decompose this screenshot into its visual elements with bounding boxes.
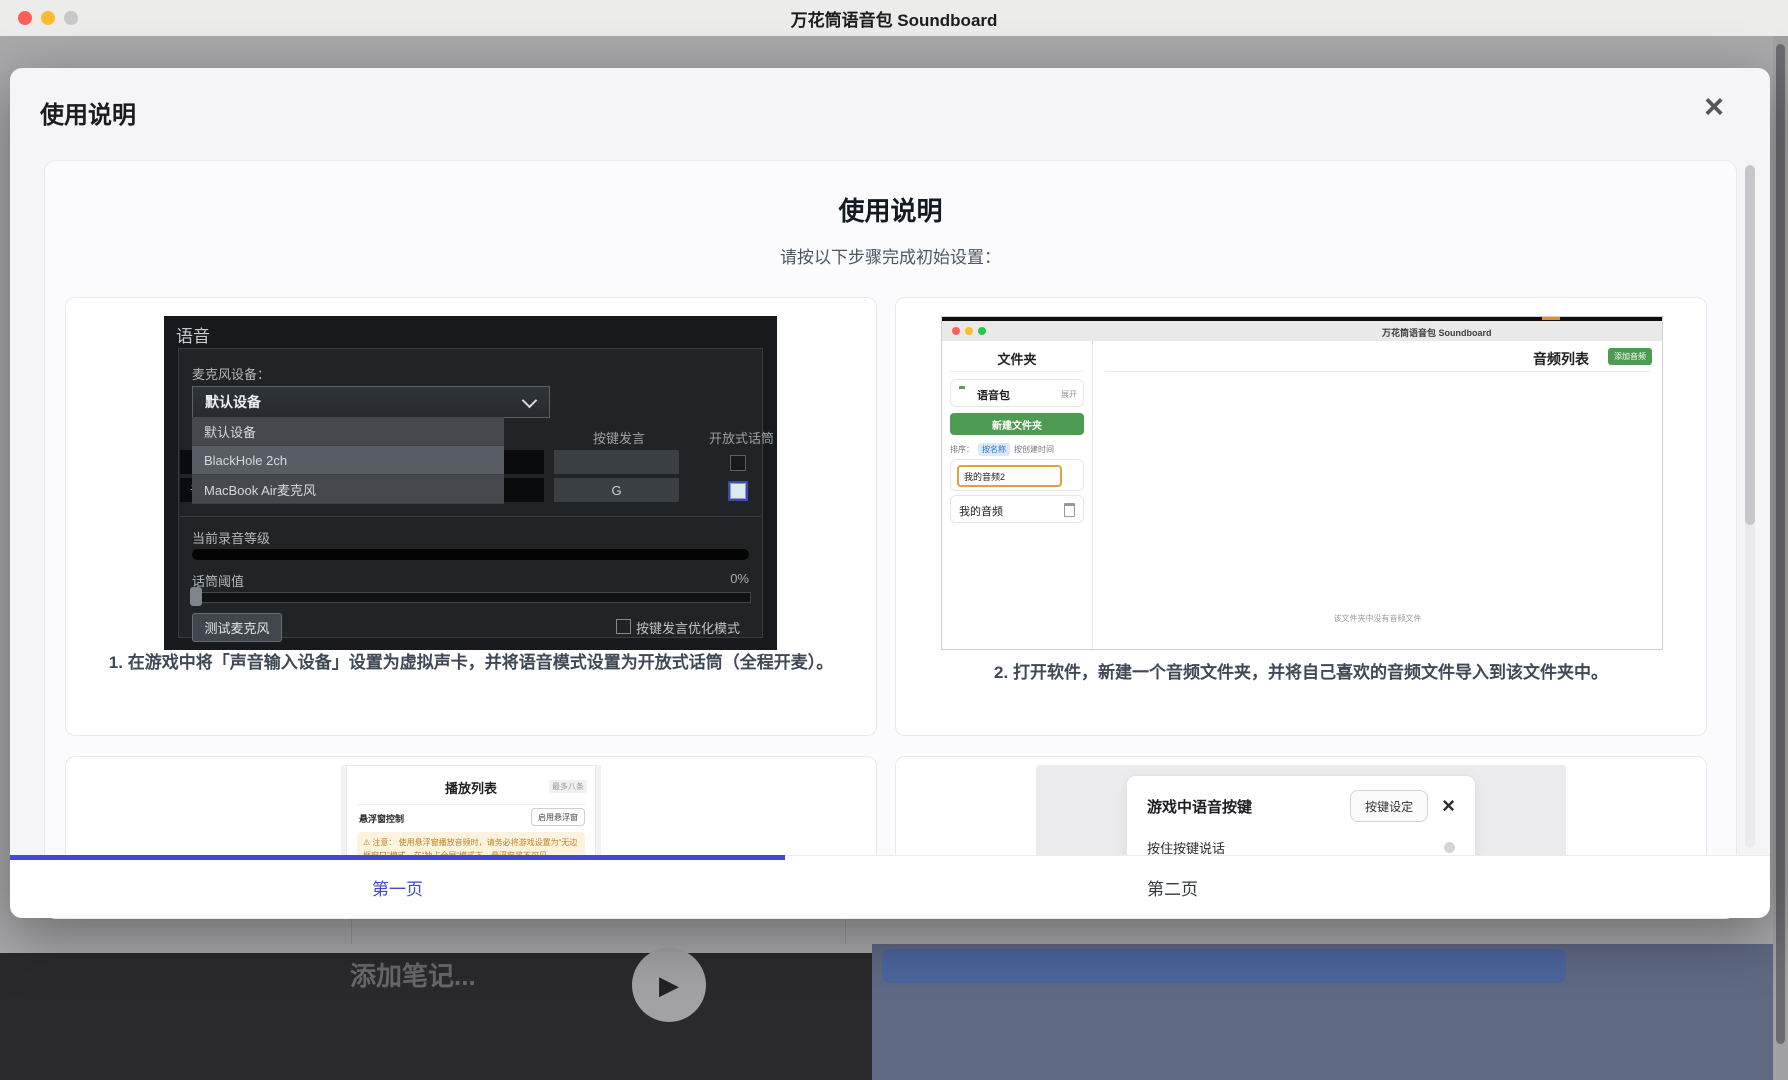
divider xyxy=(357,804,585,805)
threshold-slider-track xyxy=(192,592,751,603)
open-mic-column: 开放式话筒 xyxy=(694,428,789,447)
divider xyxy=(1105,371,1650,372)
threshold-slider-handle xyxy=(190,587,202,606)
overlay-control-label: 悬浮窗控制 xyxy=(359,812,404,825)
open-mic-checkbox-unchecked xyxy=(730,455,746,471)
mini-folders-header: 文件夹 xyxy=(942,349,1092,368)
sort-row: 排序： 按名称 按创建时间 xyxy=(950,443,1054,456)
modal-scrollbar-track xyxy=(1745,165,1755,848)
push-to-talk-column: 按键发言 xyxy=(564,428,674,447)
threshold-value: 0% xyxy=(704,571,749,586)
folder-item-name: 我的音频 xyxy=(959,503,1003,519)
mini-sidebar: 文件夹 语音包 展开 新建文件夹 排序： 按名称 按创建时间 xyxy=(942,341,1093,649)
close-window-icon xyxy=(18,11,32,25)
panel-heading: 使用说明 xyxy=(45,191,1736,228)
record-level-bar xyxy=(192,549,749,560)
mini-main-area: 音频列表 添加音频 该文件夹中没有音频文件 xyxy=(1093,341,1662,649)
zoom-window-icon xyxy=(64,11,78,25)
dropdown-option: 默认设备 xyxy=(192,417,504,446)
pager-footer: 第一页 第二页 xyxy=(10,855,1770,918)
voice-panel-title: 语音 xyxy=(176,322,210,347)
close-icon[interactable]: × xyxy=(1704,90,1724,124)
keybind-button: 按键设定 xyxy=(1350,790,1428,822)
step-2-caption: 2. 打开软件，新建一个音频文件夹，并将自己喜欢的音频文件导入到该文件夹中。 xyxy=(926,660,1676,686)
enable-overlay-button: 启用悬浮窗 xyxy=(531,808,585,826)
chevron-down-icon xyxy=(522,393,538,409)
mini-audio-list-header: 音频列表 xyxy=(1533,349,1589,369)
modal-title: 使用说明 xyxy=(40,95,136,130)
step-1-caption: 1. 在游戏中将「声音输入设备」设置为虚拟声卡，并将语音模式设置为开放式话筒（全… xyxy=(96,650,846,676)
mini-add-audio-button: 添加音频 xyxy=(1608,348,1652,365)
warning-icon: ⚠ xyxy=(363,838,370,847)
mic-device-select: 默认设备 xyxy=(192,386,550,418)
keybind-cell-empty xyxy=(554,450,679,474)
minimize-window-icon xyxy=(41,11,55,25)
test-mic-button: 测试麦克风 xyxy=(192,613,282,642)
mini-window-title: 万花筒语音包 Soundboard xyxy=(1382,326,1492,339)
new-folder-button: 新建文件夹 xyxy=(950,413,1084,435)
rename-input: 我的音频2 xyxy=(957,465,1062,487)
divider xyxy=(950,371,1084,372)
window-titlebar: 万花筒语音包 Soundboard xyxy=(0,0,1788,37)
app-window-screenshot: 万花筒语音包 Soundboard 文件夹 语音包 展开 新建文件夹 排序： xyxy=(941,316,1663,650)
instructions-modal: 使用说明 × 使用说明 请按以下步骤完成初始设置： 语音 麦克风设备： 默认设备… xyxy=(10,68,1770,917)
window-title: 万花筒语音包 Soundboard xyxy=(791,6,998,31)
status-dot xyxy=(1444,842,1455,853)
trash-icon xyxy=(1064,503,1075,517)
folder-row: 语音包 展开 xyxy=(950,379,1084,407)
step-card-1: 语音 麦克风设备： 默认设备 按键发言 开放式话筒 语音聊天（全队友） G xyxy=(65,297,877,736)
hotkey-dialog-title: 游戏中语音按键 xyxy=(1147,796,1350,817)
sort-by-name-pill: 按名称 xyxy=(978,443,1010,456)
expand-label: 展开 xyxy=(1061,389,1077,400)
screen: 万花筒语音包 Soundboard 文件夹 音频列表 添加音频 播放列表 添加笔… xyxy=(0,0,1788,1080)
keybind-cell-g: G xyxy=(554,478,679,502)
empty-folder-text: 该文件夹中没有音频文件 xyxy=(1093,613,1662,624)
tab-page-two[interactable]: 第二页 xyxy=(785,856,1560,918)
traffic-lights xyxy=(18,11,78,25)
mini-traffic-lights xyxy=(952,327,986,335)
selected-device: 默认设备 xyxy=(205,392,261,412)
panel-subtitle: 请按以下步骤完成初始设置： xyxy=(45,243,1736,268)
orange-accent-tick xyxy=(1542,317,1560,320)
mini-close-icon xyxy=(952,327,960,335)
dropdown-option-highlighted: BlackHole 2ch xyxy=(192,446,504,475)
mini-titlebar: 万花筒语音包 Soundboard xyxy=(942,321,1662,342)
rename-row: 我的音频2 xyxy=(950,459,1084,491)
sort-label: 排序： xyxy=(950,444,974,455)
game-settings-screenshot: 语音 麦克风设备： 默认设备 按键发言 开放式话筒 语音聊天（全队友） G xyxy=(164,316,777,650)
step-card-2: 万花筒语音包 Soundboard 文件夹 语音包 展开 新建文件夹 排序： xyxy=(895,297,1707,736)
optimize-checkbox-label: 按键发言优化模式 xyxy=(636,618,740,637)
instructions-panel: 使用说明 请按以下步骤完成初始设置： 语音 麦克风设备： 默认设备 按键发言 开… xyxy=(44,160,1737,919)
mini-minimize-icon xyxy=(965,327,973,335)
optimize-checkbox xyxy=(616,619,631,634)
mic-device-label: 麦克风设备： xyxy=(192,364,270,383)
record-level-label: 当前录音等级 xyxy=(192,528,270,547)
folder-item-row: 我的音频 xyxy=(950,495,1084,523)
tab-page-one[interactable]: 第一页 xyxy=(10,856,785,918)
sort-by-created: 按创建时间 xyxy=(1014,444,1054,455)
dropdown-option: MacBook Air麦克风 xyxy=(192,475,504,504)
hotkey-dialog-header: 游戏中语音按键 按键设定 × xyxy=(1147,790,1455,822)
divider xyxy=(180,516,761,517)
mini-zoom-icon xyxy=(978,327,986,335)
modal-scrollbar-thumb[interactable] xyxy=(1745,165,1755,525)
close-icon: × xyxy=(1442,795,1455,817)
folder-name: 语音包 xyxy=(977,387,1010,403)
open-mic-checkbox-checked xyxy=(730,483,746,499)
limit-badge: 最多八条 xyxy=(549,780,587,793)
device-dropdown: 默认设备 BlackHole 2ch MacBook Air麦克风 xyxy=(192,417,504,504)
